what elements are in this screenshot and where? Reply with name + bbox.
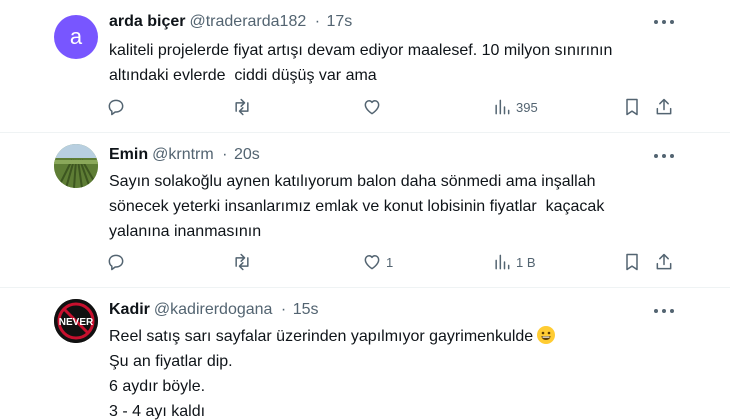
retweet-icon — [235, 98, 249, 116]
views-button[interactable]: 1 B — [492, 250, 536, 274]
never-logo-icon: NEVER — [54, 299, 98, 343]
avatar[interactable]: NEVER — [54, 299, 98, 343]
tweet-header: Emin @krntrm · 20s — [109, 145, 260, 165]
retweet-button[interactable] — [232, 250, 252, 274]
tweet-text-line: yalanına inanmasının — [109, 223, 262, 240]
share-icon — [656, 253, 672, 270]
field-photo-icon — [54, 144, 98, 188]
tweet[interactable]: a arda biçer @traderarda182 · 17s kalitel… — [0, 0, 730, 132]
more-options-icon[interactable] — [654, 152, 674, 160]
tweet-text-line: altındaki evlerde ciddi düşüş var ama — [109, 67, 377, 84]
share-button[interactable] — [654, 95, 674, 119]
tweet[interactable]: Emin @krntrm · 20s Sayın solakoğlu aynen … — [0, 133, 730, 287]
tweet-text-line: 3 - 4 ayı kaldı — [109, 403, 206, 420]
retweet-icon — [235, 253, 249, 271]
share-icon — [656, 98, 672, 115]
grinning-face-emoji — [537, 326, 556, 344]
user-handle[interactable]: @krntrm — [152, 146, 214, 163]
share-button[interactable] — [654, 250, 674, 274]
bookmark-icon — [626, 98, 638, 116]
timestamp[interactable]: 20s — [234, 146, 260, 163]
like-button[interactable] — [362, 95, 382, 119]
user-handle[interactable]: @traderarda182 — [189, 13, 306, 30]
timestamp[interactable]: 17s — [326, 13, 352, 30]
tweet-text: Sayın solakoğlu aynen katılıyorum balon … — [109, 169, 709, 244]
tweet-actions: 1 1 B — [0, 250, 730, 274]
separator-dot: · — [222, 146, 228, 163]
more-options-icon[interactable] — [654, 307, 674, 315]
bookmark-icon — [626, 253, 638, 271]
tweet-text-line: kaliteli projelerde fiyat artışı devam e… — [109, 42, 613, 59]
like-count: 1 — [386, 254, 394, 270]
views-button[interactable]: 395 — [492, 95, 538, 119]
separator-dot: · — [280, 301, 287, 318]
tweet-text: Reel satış sarı sayfalar üzerinden yapıl… — [109, 324, 709, 420]
tweet-text-line: Şu an fiyatlar dip. — [109, 353, 233, 370]
tweet-text-content: Reel satış sarı sayfalar üzerinden yapıl… — [109, 328, 534, 345]
retweet-button[interactable] — [232, 95, 252, 119]
user-name[interactable]: arda biçer — [109, 13, 185, 30]
bookmark-button[interactable] — [622, 95, 642, 119]
tweet-text-line: Sayın solakoğlu aynen katılıyorum balon … — [109, 173, 596, 190]
tweet-text-line: Reel satış sarı sayfalar üzerinden yapıl… — [109, 324, 709, 349]
views-icon — [495, 99, 510, 115]
tweet[interactable]: NEVER Kadir @kadirerdogana · 15s Reel sat… — [0, 288, 730, 420]
user-handle[interactable]: @kadirerdogana — [154, 301, 273, 318]
tweet-text-line: 6 aydır böyle. — [109, 378, 206, 395]
user-name[interactable]: Emin — [109, 146, 148, 163]
avatar-letter: a — [69, 24, 83, 49]
views-count: 1 B — [516, 254, 536, 270]
more-options-icon[interactable] — [654, 18, 674, 26]
views-icon — [495, 254, 510, 270]
bookmark-button[interactable] — [622, 250, 642, 274]
avatar-logo-text: NEVER — [59, 317, 94, 328]
reply-button[interactable] — [106, 250, 126, 274]
like-button[interactable]: 1 — [362, 250, 393, 274]
heart-icon — [364, 100, 380, 115]
reply-icon — [108, 99, 124, 116]
heart-icon — [364, 255, 380, 270]
separator-dot: · — [314, 13, 321, 30]
reply-button[interactable] — [106, 95, 126, 119]
tweet-feed: a arda biçer @traderarda182 · 17s kalitel… — [0, 0, 730, 420]
tweet-text-line: sönecek yeterki insanlarımız emlak ve ko… — [109, 198, 605, 215]
avatar[interactable] — [54, 144, 98, 188]
timestamp[interactable]: 15s — [293, 301, 319, 318]
tweet-header: arda biçer @traderarda182 · 17s — [109, 12, 352, 32]
reply-icon — [108, 254, 124, 271]
views-count: 395 — [516, 99, 538, 115]
tweet-actions: 395 — [0, 95, 730, 119]
tweet-text: kaliteli projelerde fiyat artışı devam e… — [109, 38, 709, 88]
avatar[interactable]: a — [54, 15, 98, 59]
tweet-header: Kadir @kadirerdogana · 15s — [109, 300, 318, 320]
user-name[interactable]: Kadir — [109, 301, 150, 318]
